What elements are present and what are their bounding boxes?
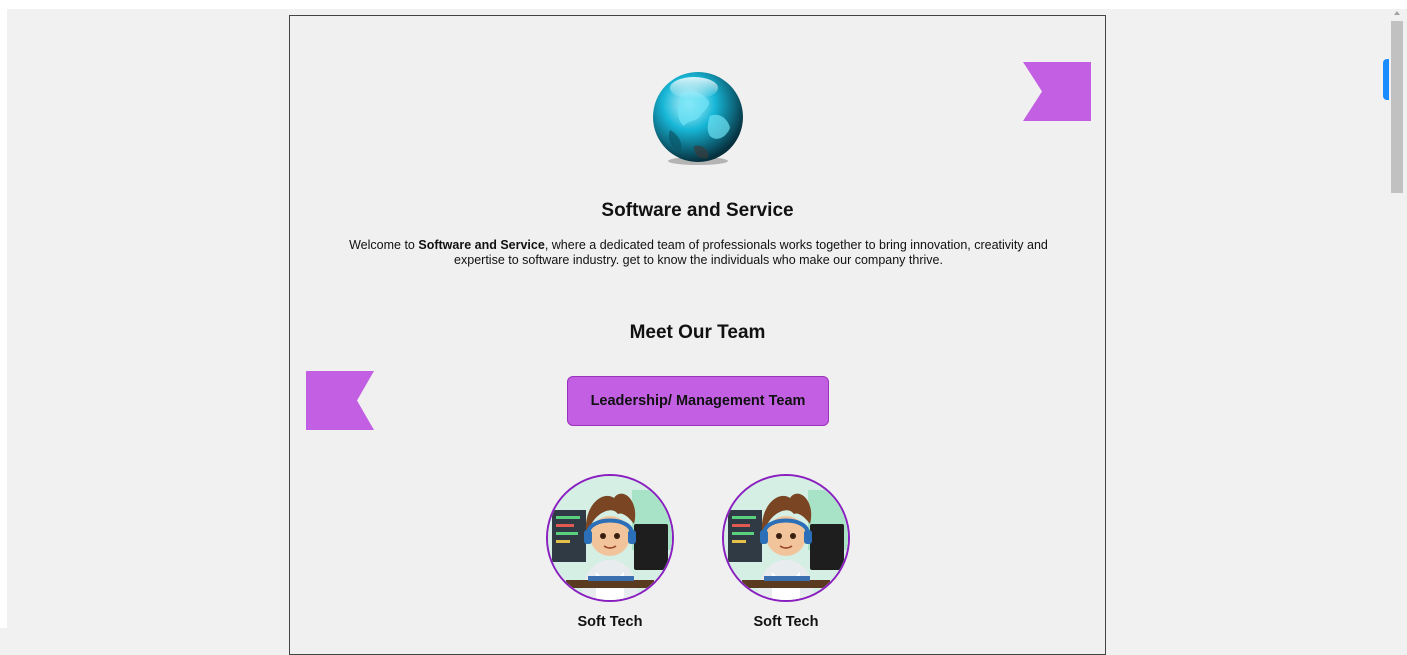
- globe-icon: [653, 72, 743, 165]
- browser-top-strip: [0, 0, 1407, 9]
- team-member-card[interactable]: Soft Tech: [722, 474, 850, 630]
- team-heading: Meet Our Team: [629, 322, 766, 343]
- ribbon-decoration-right: [1023, 62, 1091, 121]
- site-title: Software and Service: [601, 200, 794, 221]
- ribbon-decoration-left: [306, 371, 374, 430]
- developer-avatar-icon: [548, 476, 672, 600]
- scrollbar-thumb[interactable]: [1391, 21, 1403, 193]
- browser-left-strip: [0, 0, 7, 628]
- leadership-team-button[interactable]: Leadership/ Management Team: [567, 376, 829, 426]
- scroll-up-arrow-icon[interactable]: [1394, 11, 1400, 15]
- intro-company-name: Software and Service: [418, 238, 545, 252]
- member-avatar[interactable]: [546, 474, 674, 602]
- member-avatar[interactable]: [722, 474, 850, 602]
- developer-avatar-icon: [724, 476, 848, 600]
- intro-prefix: Welcome to: [349, 238, 419, 252]
- team-member-card[interactable]: Soft Tech: [546, 474, 674, 630]
- content-card: Software and Service Welcome to Software…: [289, 15, 1106, 655]
- vertical-scrollbar[interactable]: [1389, 9, 1407, 628]
- intro-paragraph: Welcome to Software and Service, where a…: [326, 238, 1071, 268]
